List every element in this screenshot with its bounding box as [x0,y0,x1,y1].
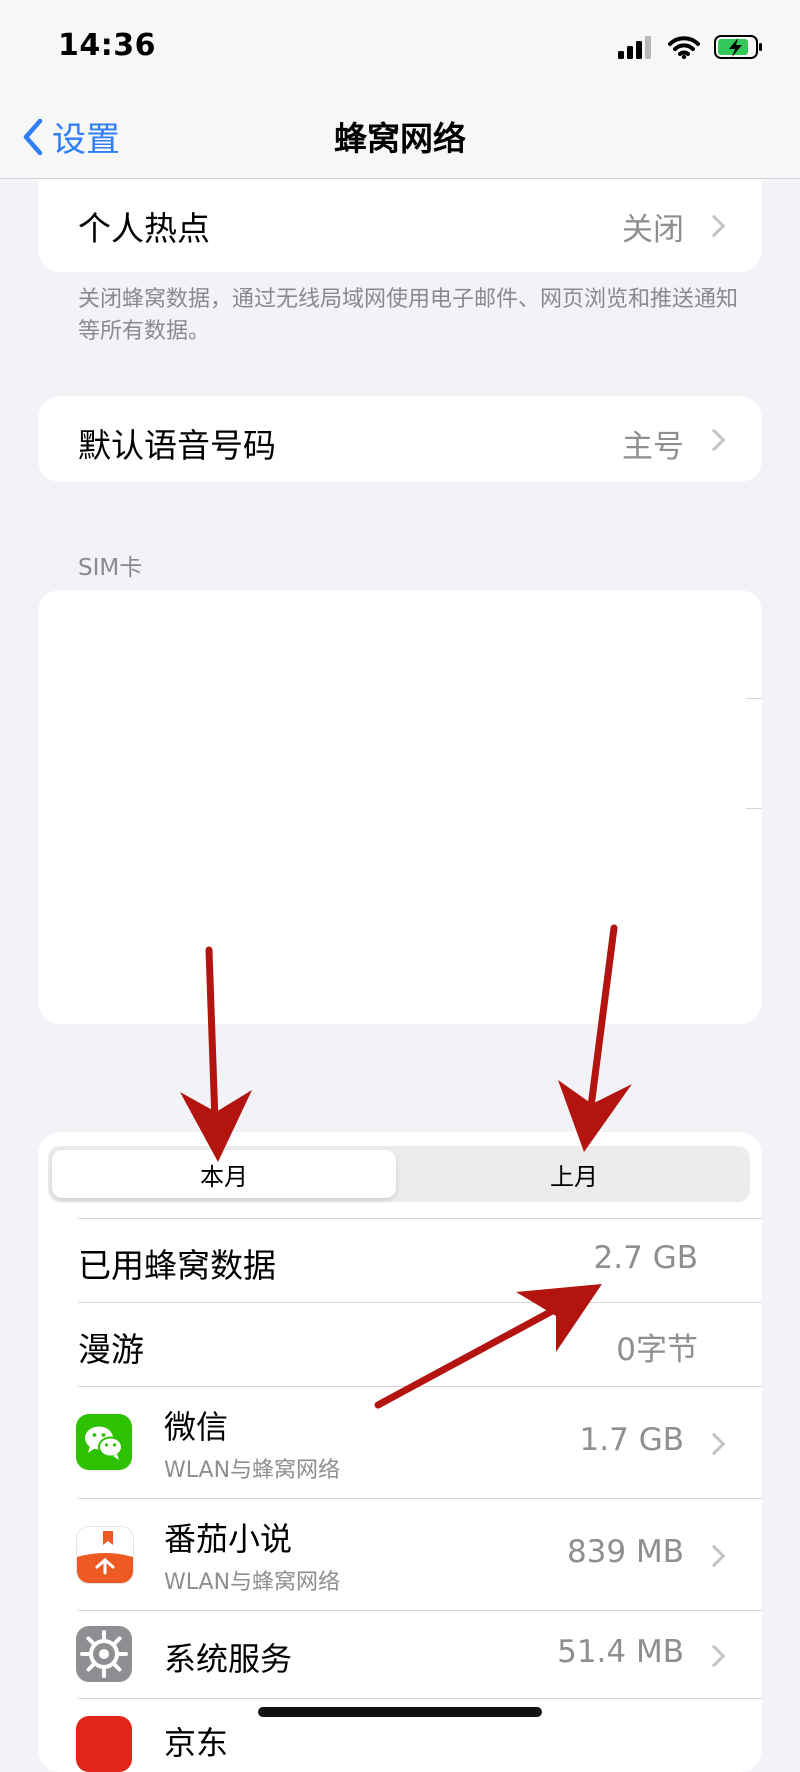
chevron-right-icon [702,428,726,452]
app-network-type: WLAN与蜂窝网络 [164,1570,341,1595]
voice-group: 默认语音号码 主号 [38,396,762,482]
default-voice-value: 主号 [622,429,684,465]
home-indicator [258,1707,542,1717]
hotspot-value: 关闭 [622,212,684,248]
app-usage: 839 MB [566,1534,684,1570]
app-name: 番茄小说 [164,1520,293,1558]
usage-group: 本月 上月 已用蜂窝数据 2.7 GB 漫游 0字节 微信 WLAN与蜂窝网络 [38,1132,762,1772]
app-usage: 51.4 MB [557,1634,684,1670]
app-name: 京东 [164,1724,229,1762]
tab-last-month[interactable]: 上月 [402,1150,746,1198]
chevron-right-icon [702,1432,726,1456]
gear-icon [76,1626,132,1682]
top-chrome: 14:36 设置 蜂窝网络 [0,0,800,179]
used-cellular-label: 已用蜂窝数据 [78,1246,276,1285]
default-voice-row[interactable]: 默认语音号码 主号 [38,396,762,482]
roaming-row: 漫游 0字节 [38,1302,762,1386]
app-usage: 1.7 GB [579,1422,684,1458]
period-segmented-control: 本月 上月 [48,1146,750,1202]
cellular-footnote: 关闭蜂窝数据，通过无线局域网使用电子邮件、网页浏览和推送通知等所有数据。 [78,287,739,344]
hotspot-label: 个人热点 [78,209,210,248]
app-name: 系统服务 [164,1640,293,1678]
used-cellular-row: 已用蜂窝数据 2.7 GB [38,1218,762,1302]
app-row-wechat[interactable]: 微信 WLAN与蜂窝网络 1.7 GB [38,1386,762,1498]
tomato-novel-icon [76,1526,134,1584]
chevron-right-icon [702,1644,726,1668]
page-title: 蜂窝网络 [334,119,466,158]
hotspot-row[interactable]: 个人热点 关闭 [38,178,762,272]
jd-icon [76,1716,132,1772]
wifi-icon [668,35,700,63]
sim-card-group [38,590,762,1024]
default-voice-label: 默认语音号码 [78,426,276,465]
tab-this-month[interactable]: 本月 [52,1150,396,1198]
app-row-system-services[interactable]: 系统服务 51.4 MB [38,1610,762,1698]
status-time: 14:36 [58,28,156,63]
sim-divider [746,808,762,809]
roaming-value: 0字节 [616,1332,698,1368]
status-icons [618,34,764,64]
app-network-type: WLAN与蜂窝网络 [164,1458,341,1483]
wechat-icon [76,1414,132,1470]
used-cellular-value: 2.7 GB [593,1240,698,1276]
chevron-right-icon [702,214,726,238]
sim-divider [746,698,762,699]
signal-icon [618,35,654,63]
battery-charging-icon [714,34,764,64]
app-row-tomato-novel[interactable]: 番茄小说 WLAN与蜂窝网络 839 MB [38,1498,762,1610]
chevron-right-icon [702,1544,726,1568]
app-name: 微信 [164,1408,229,1446]
roaming-label: 漫游 [78,1330,144,1369]
sim-section-header: SIM卡 [78,555,143,581]
